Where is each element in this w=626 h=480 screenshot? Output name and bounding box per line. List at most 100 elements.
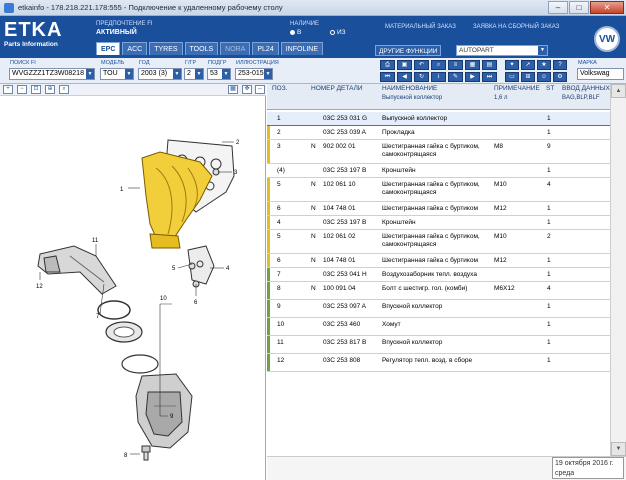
table-row[interactable]: 7 03C 253 041 H Воздухозаборник тепл. возд…	[267, 268, 610, 282]
radio-from[interactable]: ИЗ	[330, 29, 346, 36]
refresh-icon[interactable]: ↻	[414, 72, 429, 82]
next-icon[interactable]: ▶	[465, 72, 480, 82]
back-icon[interactable]: ↶	[414, 60, 429, 70]
arrow-icon[interactable]: ➚	[521, 60, 535, 70]
minimize-button[interactable]: –	[548, 1, 568, 14]
row-n-mark: N	[311, 233, 316, 240]
box-icon[interactable]: ▭	[505, 72, 519, 82]
col-data-entry[interactable]: ВВОД ДАННЫХ	[562, 85, 610, 92]
first-icon[interactable]: ⏮	[380, 72, 395, 82]
callout-8[interactable]: 8	[124, 453, 128, 459]
pin-icon[interactable]: ✦	[505, 60, 519, 70]
table-row[interactable]: 3 N 902 002 01 Шестигранная гайка с буртико…	[267, 140, 610, 164]
callout-6[interactable]: 6	[194, 300, 198, 306]
table-scrollbar[interactable]: ▲ ▼	[610, 84, 626, 456]
settings-icon[interactable]: ⚙	[553, 72, 567, 82]
window-titlebar: etkainfo - 178.218.221.178:555 - Подключ…	[0, 0, 626, 16]
other-functions-button[interactable]: ДРУГИЕ ФУНКЦИИ	[375, 45, 442, 56]
tab-acc[interactable]: ACC	[122, 42, 148, 55]
nut-part[interactable]	[188, 262, 196, 270]
model-select[interactable]: TOU ▼	[100, 68, 134, 80]
year-select[interactable]: 2003 (3) ▼	[138, 68, 182, 80]
illustration-select[interactable]: 253-015 ▼	[235, 68, 273, 80]
search-icon[interactable]: ⌕	[431, 60, 446, 70]
zoom-out-icon[interactable]: −	[17, 85, 27, 94]
vin-search-input[interactable]: WVGZZZ1TZ3W08218 ▼	[9, 68, 95, 80]
callout-10[interactable]: 10	[160, 296, 167, 302]
callout-7[interactable]: 7	[96, 314, 100, 320]
table-row[interactable]: 10 03C 253 460 Хомут 1	[267, 318, 610, 336]
user-icon[interactable]: ☺	[537, 72, 551, 82]
tab-tools[interactable]: TOOLS	[184, 42, 219, 55]
preference-value[interactable]: АКТИВНЫЙ	[96, 29, 137, 36]
seal-ring-part[interactable]	[121, 354, 159, 374]
tab-infoline[interactable]: INFOLINE	[280, 42, 324, 55]
table-row[interactable]: 9 03C 253 097 A Впускной коллектор 1	[267, 300, 610, 318]
subgroup-select[interactable]: 53 ▼	[207, 68, 231, 80]
tab-pl24[interactable]: PL24	[252, 42, 279, 55]
star-icon[interactable]: ★	[537, 60, 551, 70]
table-row[interactable]: 1 03C 253 031 G Выпускной коллектор 1	[267, 112, 610, 126]
exploded-parts-diagram[interactable]: 1 2 3 4 5 6 7 8 9 10 11 12	[0, 96, 266, 480]
zoom-area-icon[interactable]: ⊕	[45, 85, 55, 94]
table-row[interactable]: 6 N 104 748 01 Шестигранная гайка с буртико…	[267, 254, 610, 268]
last-icon[interactable]: ⏭	[482, 72, 497, 82]
tab-epc[interactable]: EPC	[96, 42, 121, 55]
document-icon[interactable]: ▤	[482, 60, 497, 70]
row-pos: 5	[277, 181, 281, 188]
grid-view-icon[interactable]: ▦	[228, 85, 238, 94]
maximize-button[interactable]: □	[569, 1, 589, 14]
callout-12[interactable]: 12	[36, 284, 43, 290]
table-row[interactable]: 12 03C 253 808 Регулятор тепл. возд. в сбо…	[267, 354, 610, 372]
tab-nora[interactable]: NORA	[220, 42, 251, 55]
list-icon[interactable]: ≡	[448, 60, 463, 70]
zoom-in-icon[interactable]: +	[3, 85, 13, 94]
table-row[interactable]: 6 N 104 748 01 Шестигранная гайка с буртико…	[267, 202, 610, 216]
table-row[interactable]: 11 03C 253 817 B Впускной коллектор 1	[267, 336, 610, 354]
clamp-part[interactable]	[97, 300, 131, 320]
scroll-up-icon[interactable]: ▲	[611, 84, 626, 98]
nav-icon[interactable]: ⇔	[255, 85, 265, 94]
table-row[interactable]: 4 03C 253 197 B Кронштейн 1	[267, 216, 610, 230]
table-row[interactable]: 5 N 102 061 02 Шестигранная гайка с буртико…	[267, 230, 610, 254]
info-icon[interactable]: i	[431, 72, 446, 82]
material-order-link[interactable]: МАТЕРИАЛЬНЫЙ ЗАКАЗ	[385, 24, 456, 30]
callout-2[interactable]: 2	[236, 140, 240, 146]
grid-icon[interactable]: ▦	[465, 60, 480, 70]
help-icon[interactable]: ?	[553, 60, 567, 70]
callout-1[interactable]: 1	[120, 187, 124, 193]
warm-air-intake-part[interactable]	[37, 245, 117, 295]
callout-11[interactable]: 11	[92, 238, 99, 244]
zoom-fit-icon[interactable]: ⊡	[31, 85, 41, 94]
tab-tyres[interactable]: TYRES	[149, 42, 183, 55]
table-row[interactable]: (4) 03C 253 197 B Кронштейн 1	[267, 164, 610, 178]
callout-5[interactable]: 5	[172, 266, 176, 272]
col-qty[interactable]: ST	[546, 85, 554, 92]
col-note[interactable]: ПРИМЕЧАНИЕ	[494, 85, 540, 92]
chevron-down-icon: ▼	[195, 69, 203, 79]
magnifier-icon[interactable]: ⌕	[59, 85, 69, 94]
group-select[interactable]: 2 ▼	[184, 68, 204, 80]
callout-4[interactable]: 4	[226, 266, 230, 272]
table-row[interactable]: 2 03C 253 039 A Прокладка 1	[267, 126, 610, 140]
notes-icon[interactable]: ✎	[448, 72, 463, 82]
callout-3[interactable]: 3	[234, 170, 238, 176]
pan-icon[interactable]: ✥	[242, 85, 252, 94]
col-part-number[interactable]: НОМЕР ДЕТАЛИ	[311, 85, 363, 92]
cart-icon[interactable]: ⊞	[521, 72, 535, 82]
close-button[interactable]: ✕	[590, 1, 624, 14]
bolt-part[interactable]	[141, 445, 151, 461]
print-icon[interactable]: ⎙	[380, 60, 395, 70]
image-icon[interactable]: ▣	[397, 60, 412, 70]
collective-order-link[interactable]: ЗАЯВКА НА СБОРНЫЙ ЗАКАЗ	[473, 24, 559, 30]
table-row[interactable]: 8 N 100 091 04 Болт с шестигр. гол. (комби)…	[267, 282, 610, 300]
col-pos[interactable]: ПОЗ.	[272, 85, 287, 92]
prev-icon[interactable]: ◀	[397, 72, 412, 82]
brand-select[interactable]: Volkswag	[577, 68, 624, 80]
col-name[interactable]: НАИМЕНОВАНИЕ	[382, 85, 437, 92]
intake-collector-part[interactable]	[135, 373, 193, 449]
function-select[interactable]: AUTOPART ▼	[456, 45, 548, 56]
radio-in[interactable]: В	[290, 29, 301, 36]
table-row[interactable]: 5 N 102 061 10 Шестигранная гайка с буртико…	[267, 178, 610, 202]
scroll-down-icon[interactable]: ▼	[611, 442, 626, 456]
